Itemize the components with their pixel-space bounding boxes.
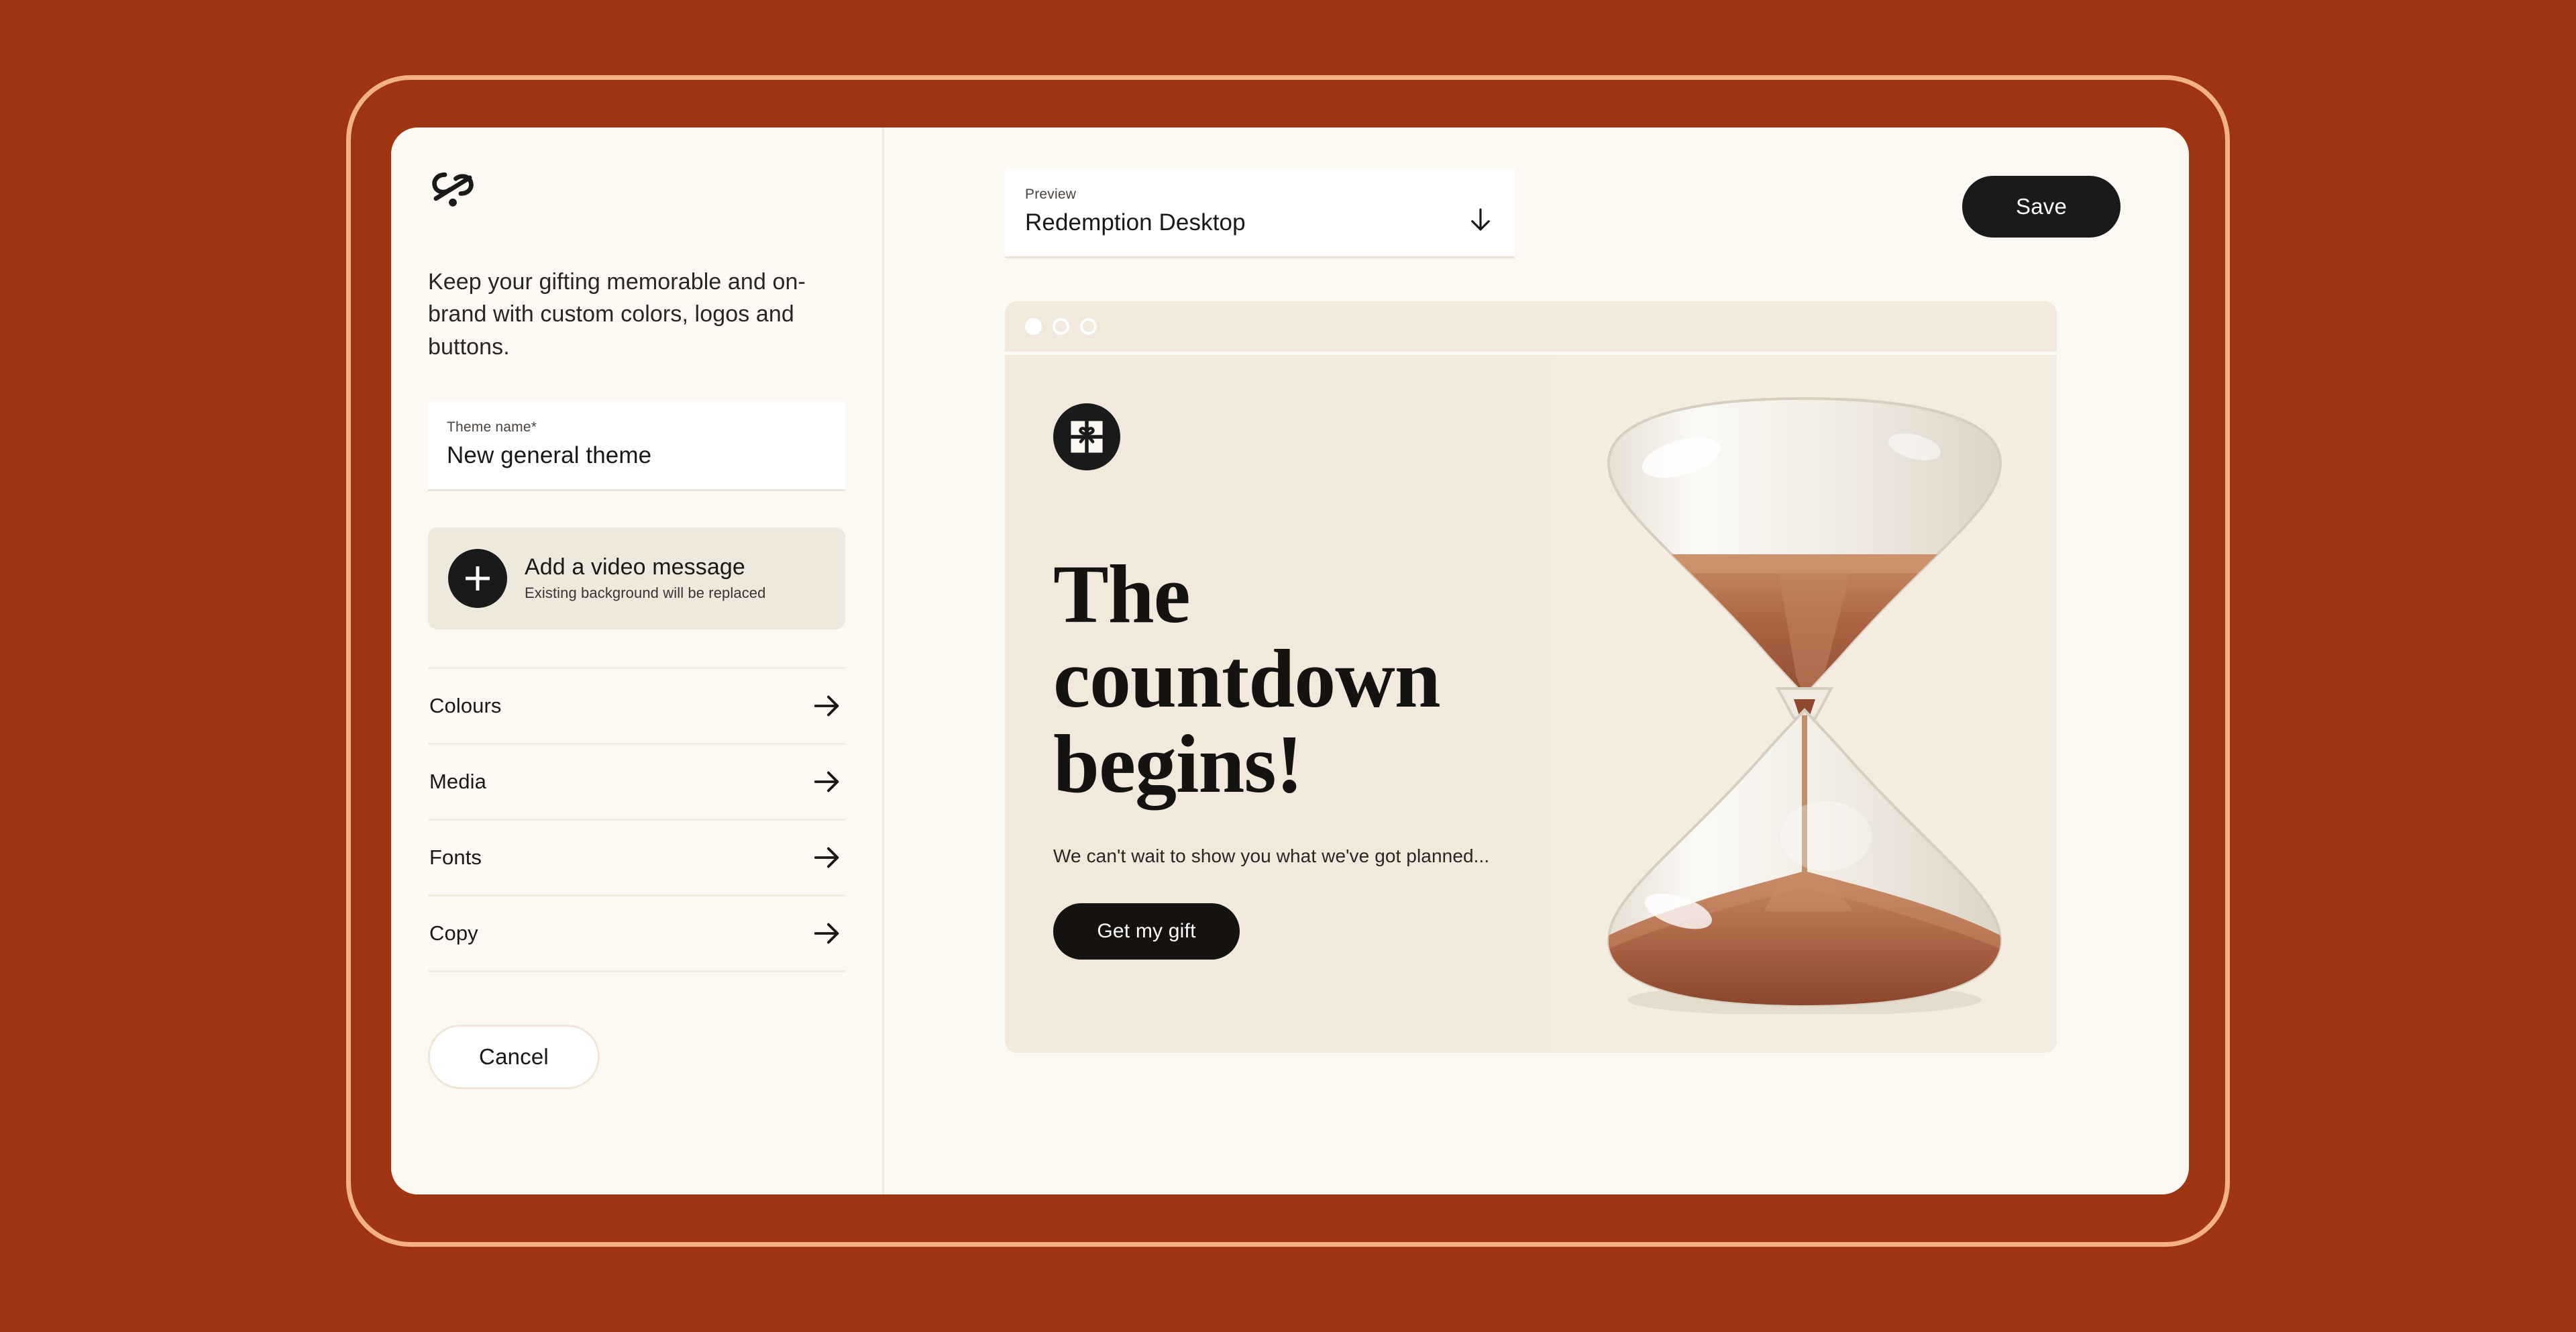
add-video-message-subtitle: Existing background will be replaced — [525, 584, 766, 602]
hero-heading: The countdown begins! — [1053, 548, 1441, 810]
arrow-right-icon — [812, 766, 843, 797]
hourglass-image — [1576, 390, 2033, 1014]
preview-type-select[interactable]: Preview Redemption Desktop — [1005, 169, 1515, 258]
menu-item-copy[interactable]: Copy — [428, 896, 845, 972]
sidebar-intro-text: Keep your gifting memorable and on-brand… — [428, 269, 806, 360]
theme-editor-card: Keep your gifting memorable and on-brand… — [391, 127, 2189, 1194]
hero-image-area — [1552, 355, 2057, 1053]
get-my-gift-button[interactable]: Get my gift — [1053, 903, 1240, 960]
menu-item-label: Copy — [429, 921, 478, 945]
theme-name-label: Theme name* — [447, 419, 537, 435]
sidebar-panel: Keep your gifting memorable and on-brand… — [391, 127, 884, 1194]
cancel-button[interactable]: Cancel — [428, 1024, 600, 1089]
arrow-right-icon — [812, 690, 843, 721]
preview-select-value: Redemption Desktop — [1025, 209, 1246, 236]
browser-viewport: The countdown begins! We can't wait to s… — [1005, 355, 2057, 1053]
arrow-right-icon — [812, 918, 843, 949]
browser-dot-3 — [1080, 318, 1097, 335]
menu-item-label: Colours — [429, 693, 502, 717]
menu-item-fonts[interactable]: Fonts — [428, 821, 845, 896]
add-video-message-title: Add a video message — [525, 554, 745, 580]
preview-select-label: Preview — [1025, 187, 1077, 202]
preview-toolbar: Preview Redemption Desktop Save — [1005, 169, 2142, 258]
menu-item-label: Media — [429, 769, 486, 793]
redemption-hero-content: The countdown begins! We can't wait to s… — [1005, 355, 1552, 1053]
plus-icon — [448, 548, 507, 608]
arrow-down-icon — [1466, 206, 1495, 234]
ribbon-percent-logo-icon — [428, 168, 478, 217]
settings-menu-list: Colours Media Fonts Copy — [428, 666, 845, 972]
arrow-right-icon — [812, 842, 843, 873]
menu-item-label: Fonts — [429, 845, 482, 869]
hero-subtext: We can't wait to show you what we've got… — [1053, 846, 1490, 867]
theme-name-input[interactable] — [447, 442, 826, 469]
menu-item-colours[interactable]: Colours — [428, 669, 845, 745]
theme-name-field[interactable]: Theme name* — [428, 401, 845, 491]
browser-chrome-bar — [1005, 301, 2057, 355]
browser-dot-2 — [1053, 318, 1069, 335]
save-button[interactable]: Save — [1962, 176, 2121, 238]
add-video-message-button[interactable]: Add a video message Existing background … — [428, 527, 845, 629]
preview-browser-mock: The countdown begins! We can't wait to s… — [1005, 301, 2057, 1053]
gift-box-icon — [1053, 403, 1120, 470]
menu-item-media[interactable]: Media — [428, 745, 845, 821]
browser-dot-1 — [1025, 318, 1042, 335]
preview-panel: Preview Redemption Desktop Save The coun… — [884, 127, 2189, 1194]
